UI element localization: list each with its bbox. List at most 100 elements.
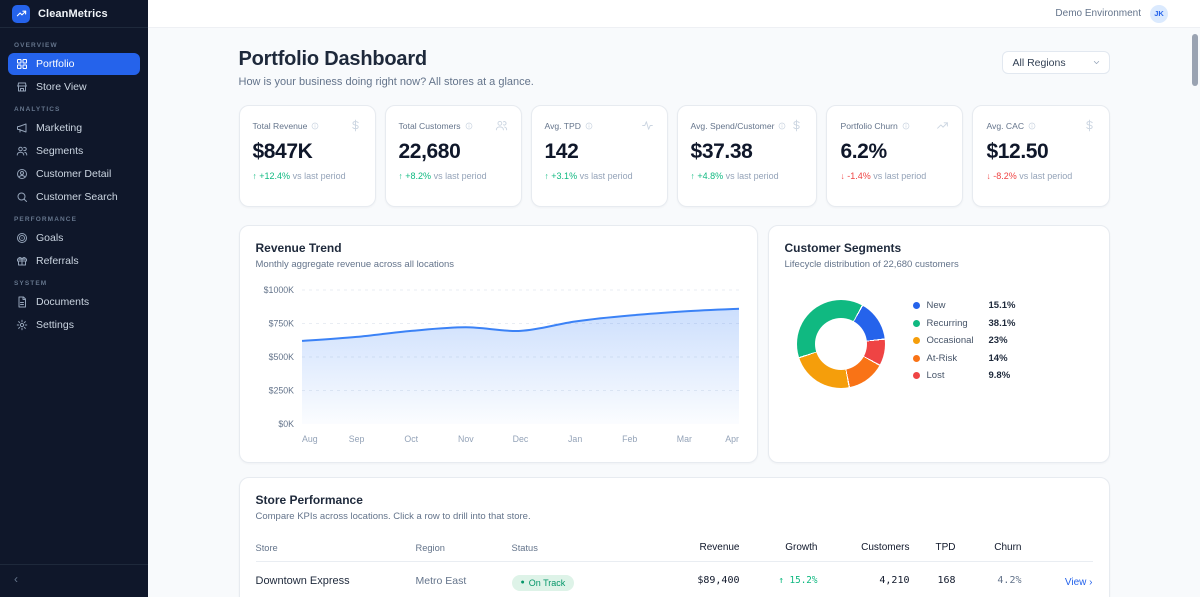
sidebar-item-portfolio[interactable]: Portfolio [8, 53, 140, 75]
svg-text:$500K: $500K [268, 352, 294, 362]
revenue-trend-card: Revenue Trend Monthly aggregate revenue … [239, 225, 758, 463]
info-icon[interactable] [311, 122, 319, 130]
column-header-status: Status [512, 543, 638, 553]
sidebar-item-label: Goals [36, 232, 63, 244]
vertical-scrollbar[interactable] [1192, 34, 1198, 86]
dollar-icon [349, 119, 362, 132]
kpi-value: $847K [253, 140, 362, 164]
megaphone-icon [16, 122, 28, 134]
chart-title: Revenue Trend [256, 241, 741, 255]
customers-cell: 4,210 [818, 575, 910, 586]
status-dot-icon: ● [521, 579, 525, 586]
kpi-label: Portfolio Churn [840, 121, 897, 131]
kpi-card-avg-cac: Avg. CAC$12.50↓ -8.2% vs last period [972, 105, 1109, 207]
sidebar-item-label: Store View [36, 81, 87, 93]
sidebar-item-goals[interactable]: Goals [8, 227, 140, 249]
kpi-card-total-customers: Total Customers22,680↑ +8.2% vs last per… [385, 105, 522, 207]
svg-text:$1000K: $1000K [263, 285, 293, 295]
svg-text:$250K: $250K [268, 386, 294, 396]
sidebar-collapse-button[interactable]: ‹ [14, 573, 18, 585]
nav-section-label: PERFORMANCE [14, 216, 134, 223]
svg-text:Jan: Jan [568, 434, 582, 444]
legend-color-dot [913, 355, 920, 362]
legend-label: Lost [927, 370, 989, 381]
region-cell: Metro East [416, 575, 512, 587]
region-filter-value: All Regions [1013, 57, 1066, 69]
store-table: StoreRegionStatusRevenueGrowthCustomersT… [256, 538, 1093, 597]
dollar-icon [1083, 119, 1096, 132]
kpi-label: Avg. CAC [986, 121, 1024, 131]
legend-label: Occasional [927, 335, 989, 346]
legend-item: At-Risk 14% [913, 353, 1016, 364]
kpi-delta: ↓ -8.2% vs last period [986, 171, 1095, 181]
kpi-label: Avg. TPD [545, 121, 581, 131]
dollar-icon [790, 119, 803, 132]
column-header-region: Region [416, 543, 512, 553]
target-icon [16, 232, 28, 244]
arrow-up-icon: ↑ [691, 171, 695, 181]
legend-item: Recurring 38.1% [913, 318, 1016, 329]
info-icon[interactable] [778, 122, 786, 130]
growth-cell: ↑ 15.2% [740, 575, 818, 586]
svg-text:Oct: Oct [404, 434, 418, 444]
gear-icon [16, 319, 28, 331]
legend-value: 9.8% [989, 370, 1011, 381]
sidebar-item-marketing[interactable]: Marketing [8, 117, 140, 139]
info-icon[interactable] [465, 122, 473, 130]
sidebar-item-customer-detail[interactable]: Customer Detail [8, 163, 140, 185]
table-row[interactable]: Downtown Express Metro East ●On Track $8… [256, 562, 1093, 597]
sidebar-item-customer-search[interactable]: Customer Search [8, 186, 140, 208]
user-circle-icon [16, 168, 28, 180]
revenue-trend-chart: $0K$250K$500K$750K$1000KAugSepOctNovDecJ… [256, 278, 743, 450]
store-icon [16, 81, 28, 93]
chart-title: Customer Segments [785, 241, 1093, 255]
svg-text:$0K: $0K [278, 419, 294, 429]
arrow-up-icon: ↑ [399, 171, 403, 181]
info-icon[interactable] [1028, 122, 1036, 130]
view-store-link[interactable]: View › [1065, 577, 1093, 588]
kpi-delta: ↑ +4.8% vs last period [691, 171, 804, 181]
arrow-up-icon: ↑ [253, 171, 257, 181]
sidebar-item-segments[interactable]: Segments [8, 140, 140, 162]
legend-item: Occasional 23% [913, 335, 1016, 346]
sidebar-item-label: Customer Detail [36, 168, 111, 180]
svg-text:Apr: Apr [725, 434, 739, 444]
sidebar-item-referrals[interactable]: Referrals [8, 250, 140, 272]
store-performance-card: Store Performance Compare KPIs across lo… [239, 477, 1110, 597]
user-avatar[interactable]: JK [1150, 5, 1168, 23]
svg-text:Nov: Nov [458, 434, 474, 444]
chart-subtitle: Lifecycle distribution of 22,680 custome… [785, 259, 1093, 270]
nav-section-label: ANALYTICS [14, 106, 134, 113]
trending-up-icon [936, 119, 949, 132]
svg-text:Mar: Mar [676, 434, 691, 444]
kpi-delta: ↑ +3.1% vs last period [545, 171, 654, 181]
kpi-label: Avg. Spend/Customer [691, 121, 775, 131]
segments-legend: New 15.1% Recurring 38.1% Occasional 23%… [913, 300, 1016, 388]
kpi-card-portfolio-churn: Portfolio Churn6.2%↓ -1.4% vs last perio… [826, 105, 963, 207]
column-header-store: Store [256, 543, 416, 553]
kpi-label: Total Revenue [253, 121, 308, 131]
kpi-card-avg-spend-customer: Avg. Spend/Customer$37.38↑ +4.8% vs last… [677, 105, 818, 207]
table-header-row: StoreRegionStatusRevenueGrowthCustomersT… [256, 538, 1093, 562]
app-name: CleanMetrics [38, 8, 108, 20]
sidebar-item-store-view[interactable]: Store View [8, 76, 140, 98]
sidebar-item-label: Portfolio [36, 58, 75, 70]
legend-label: At-Risk [927, 353, 989, 364]
table-body: Downtown Express Metro East ●On Track $8… [256, 562, 1093, 597]
nav-section-label: OVERVIEW [14, 42, 134, 49]
info-icon[interactable] [585, 122, 593, 130]
chevron-down-icon [1092, 58, 1101, 67]
sidebar-item-documents[interactable]: Documents [8, 291, 140, 313]
info-icon[interactable] [902, 122, 910, 130]
legend-value: 14% [989, 353, 1008, 364]
kpi-label: Total Customers [399, 121, 461, 131]
page-subtitle: How is your business doing right now? Al… [239, 76, 534, 88]
region-filter-select[interactable]: All Regions [1002, 51, 1110, 74]
legend-color-dot [913, 337, 920, 344]
sidebar-item-settings[interactable]: Settings [8, 314, 140, 336]
topbar: Demo Environment JK [148, 0, 1200, 28]
kpi-delta: ↓ -1.4% vs last period [840, 171, 949, 181]
gift-icon [16, 255, 28, 267]
legend-value: 15.1% [989, 300, 1016, 311]
svg-text:Sep: Sep [348, 434, 364, 444]
